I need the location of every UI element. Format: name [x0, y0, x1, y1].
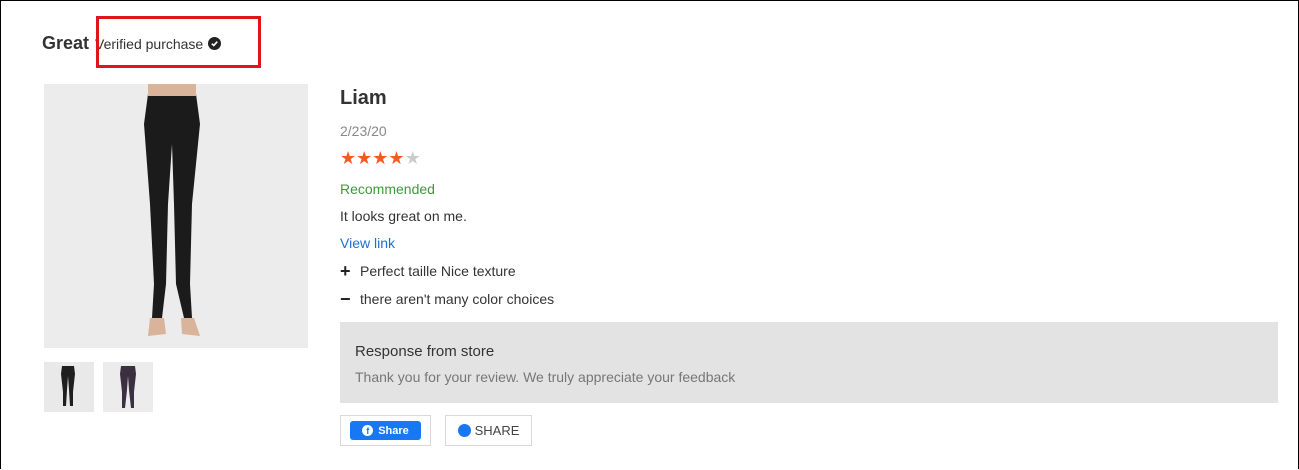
view-link[interactable]: View link	[340, 235, 395, 251]
facebook-share-label: Share	[378, 424, 409, 437]
response-text: Thank you for your review. We truly appr…	[355, 369, 736, 385]
review-title: Great	[42, 33, 90, 53]
star-icon: ★	[372, 148, 389, 168]
thumbnail-1[interactable]	[44, 362, 94, 412]
review-date: 2/23/20	[340, 123, 387, 139]
messenger-icon	[457, 424, 471, 437]
review-text: It looks great on me.	[340, 208, 467, 224]
facebook-icon: f	[362, 425, 374, 436]
highlight-box	[96, 16, 261, 68]
recommended-label: Recommended	[340, 181, 435, 197]
facebook-share-button[interactable]: f Share	[340, 415, 431, 446]
star-icon: ★	[340, 148, 357, 168]
pro-item: + Perfect taille Nice texture	[340, 261, 516, 281]
thumbnail-2[interactable]	[103, 362, 153, 412]
con-item: − there aren't many color choices	[340, 289, 555, 309]
store-response: Response from store Thank you for your r…	[340, 322, 1278, 403]
plus-icon: +	[340, 261, 351, 281]
reviewer-name: Liam	[340, 87, 387, 109]
minus-icon: −	[340, 289, 351, 309]
product-image[interactable]	[44, 84, 308, 348]
response-title: Response from store	[355, 343, 495, 360]
messenger-share-label: SHARE	[474, 423, 520, 438]
review-content: Liam 2/23/20 ★★★★★ Recommended It looks …	[340, 87, 1280, 446]
pro-text: Perfect taille Nice texture	[360, 263, 516, 279]
star-icon: ★	[356, 148, 373, 168]
star-rating: ★★★★★	[340, 148, 421, 168]
star-empty-icon: ★	[404, 148, 421, 168]
facebook-share-inner: f Share	[350, 421, 421, 440]
con-text: there aren't many color choices	[360, 291, 555, 307]
messenger-share-button[interactable]: SHARE	[445, 415, 532, 446]
star-icon: ★	[388, 148, 405, 168]
